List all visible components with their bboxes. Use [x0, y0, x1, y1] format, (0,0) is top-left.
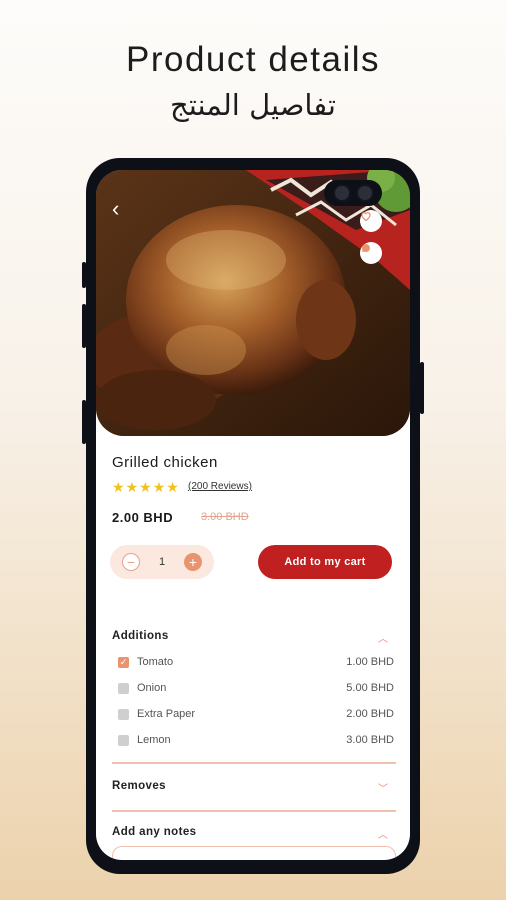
quantity-value: 1 [158, 556, 166, 568]
front-camera [324, 180, 382, 206]
addition-price: 2.00 BHD [346, 708, 394, 720]
star-icon: ★ [112, 479, 125, 495]
rating-stars: ★ ★ ★ ★ ★ [112, 480, 179, 494]
chat-bubble-icon [361, 244, 370, 253]
notes-input[interactable] [112, 846, 396, 860]
additions-section-title[interactable]: Additions [112, 630, 169, 642]
removes-section-title[interactable]: Removes [112, 780, 166, 792]
back-button[interactable]: ‹ [112, 198, 119, 220]
chevron-up-icon[interactable]: ︿ [378, 630, 388, 645]
reviews-link[interactable]: (200 Reviews) [188, 481, 252, 492]
star-icon: ★ [152, 479, 166, 495]
chevron-down-icon[interactable]: ﹀ [378, 780, 388, 795]
chevron-up-icon[interactable]: ︿ [378, 826, 388, 841]
phone-screen: ‹ Grilled chicken ★ ★ ★ ★ ★ (200 Reviews… [96, 170, 410, 860]
addition-option[interactable]: Lemon 3.00 BHD [118, 734, 394, 746]
add-to-cart-button[interactable]: Add to my cart [258, 545, 392, 579]
product-image: ‹ [96, 170, 410, 436]
star-icon: ★ [125, 479, 139, 495]
star-icon: ★ [166, 479, 179, 495]
addition-option[interactable]: ✓ Tomato 1.00 BHD [118, 656, 394, 668]
heart-icon [361, 212, 371, 222]
addition-price: 3.00 BHD [346, 734, 394, 746]
product-price: 2.00 BHD [112, 510, 174, 525]
star-icon: ★ [139, 479, 152, 495]
chevron-left-icon: ‹ [112, 196, 120, 221]
minus-icon: − [126, 554, 136, 570]
product-name: Grilled chicken [112, 454, 218, 471]
section-divider [112, 810, 396, 812]
quantity-stepper: − 1 + [110, 545, 214, 579]
checkbox-checked-icon[interactable]: ✓ [118, 656, 129, 668]
addition-label: Lemon [137, 734, 171, 746]
phone-frame: ‹ Grilled chicken ★ ★ ★ ★ ★ (200 Reviews… [86, 158, 420, 874]
addition-label: Onion [137, 682, 167, 694]
addition-label: Tomato [137, 656, 174, 668]
addition-label: Extra Paper [137, 708, 196, 720]
addition-option[interactable]: Onion 5.00 BHD [118, 682, 394, 694]
plus-icon: + [188, 554, 198, 570]
chat-button[interactable] [360, 242, 382, 264]
banner-title-arabic: تفاصيل المنتج [169, 88, 336, 122]
product-old-price: 3.00 BHD [201, 511, 249, 523]
phone-power-button [420, 362, 424, 414]
addition-option[interactable]: Extra Paper 2.00 BHD [118, 708, 394, 720]
favorite-button[interactable] [360, 210, 382, 232]
section-divider [112, 762, 396, 764]
decrease-quantity-button[interactable]: − [122, 553, 140, 571]
addition-price: 5.00 BHD [346, 682, 394, 694]
banner-title: Product details [125, 40, 381, 79]
notes-section-title[interactable]: Add any notes [112, 826, 196, 838]
increase-quantity-button[interactable]: + [184, 553, 202, 571]
checkbox-icon[interactable] [118, 734, 129, 746]
checkbox-icon[interactable] [118, 682, 129, 694]
addition-price: 1.00 BHD [346, 656, 394, 668]
checkbox-icon[interactable] [118, 708, 129, 720]
